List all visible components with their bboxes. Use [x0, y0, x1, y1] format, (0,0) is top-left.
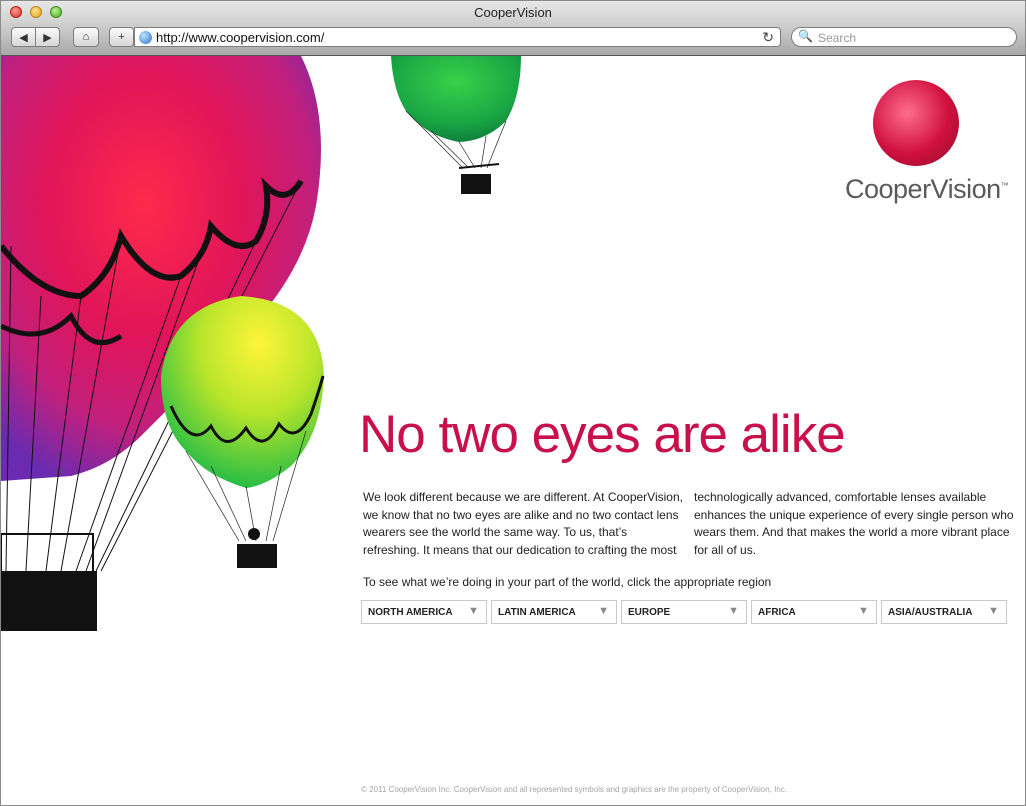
back-button[interactable]: ◀ — [11, 27, 36, 47]
search-field[interactable]: 🔍 Search — [791, 27, 1017, 47]
region-select-north-america[interactable]: NORTH AMERICA ▼ — [361, 600, 487, 624]
search-icon: 🔍 — [798, 29, 813, 43]
page-content: CooperVision™ No two eyes are alike We l… — [1, 56, 1025, 805]
url-text: http://www.coopervision.com/ — [156, 30, 325, 45]
logo-sphere-icon — [873, 80, 959, 166]
logo-wordmark: CooperVision™ — [845, 174, 1009, 204]
globe-icon — [139, 31, 152, 44]
chevron-down-icon: ▼ — [598, 605, 609, 617]
intro-paragraph-left: We look different because we are differe… — [363, 490, 683, 558]
chevron-down-icon: ▼ — [728, 605, 739, 617]
home-button[interactable]: ⌂ — [73, 27, 99, 47]
chevron-down-icon: ▼ — [468, 605, 479, 617]
intro-paragraph-right: technologically advanced, comfortable le… — [694, 490, 1014, 558]
title-bar: CooperVision — [1, 1, 1025, 24]
window-title: CooperVision — [474, 5, 552, 20]
address-bar[interactable]: http://www.coopervision.com/ ↻ — [134, 27, 781, 47]
region-select-asia-australia[interactable]: ASIA/AUSTRALIA ▼ — [881, 600, 1007, 624]
add-bookmark-button[interactable]: + — [109, 27, 134, 47]
search-placeholder: Search — [818, 31, 857, 45]
chevron-down-icon: ▼ — [988, 605, 999, 617]
reload-icon[interactable]: ↻ — [762, 29, 774, 46]
chevron-down-icon: ▼ — [858, 605, 869, 617]
region-select-latin-america[interactable]: LATIN AMERICA ▼ — [491, 600, 617, 624]
region-select-europe[interactable]: EUROPE ▼ — [621, 600, 747, 624]
browser-toolbar: ◀ ▶ ⌂ + http://www.coopervision.com/ ↻ 🔍… — [1, 24, 1025, 56]
copyright-footer: © 2011 CooperVision Inc. CooperVision an… — [361, 785, 787, 794]
browser-window: CooperVision ◀ ▶ ⌂ + http://www.coopervi… — [0, 0, 1026, 806]
region-selector-row: NORTH AMERICA ▼ LATIN AMERICA ▼ EUROPE ▼… — [361, 600, 1007, 624]
page-headline: No two eyes are alike — [359, 405, 846, 464]
coopervision-logo[interactable]: CooperVision™ — [839, 76, 1009, 211]
region-prompt: To see what we’re doing in your part of … — [363, 575, 772, 589]
region-select-africa[interactable]: AFRICA ▼ — [751, 600, 877, 624]
forward-button[interactable]: ▶ — [35, 27, 60, 47]
